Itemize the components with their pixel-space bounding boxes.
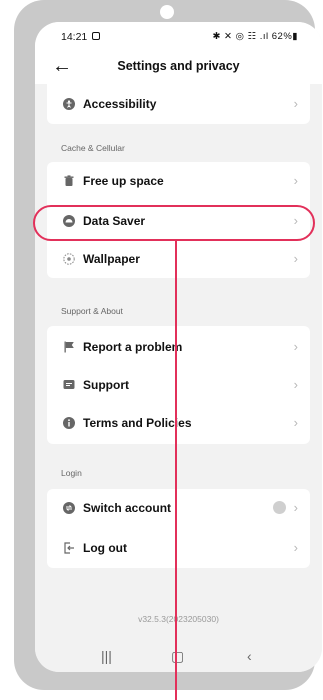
section-header-cache: Cache & Cellular [61,143,125,153]
settings-row-accessibility[interactable]: Accessibility › [47,85,310,123]
chevron-right-icon: › [293,500,298,515]
data-saver-highlight [33,205,315,241]
wallpaper-icon [63,253,75,265]
settings-row-report-problem[interactable]: Report a problem › [47,328,310,366]
avatar [273,501,286,514]
settings-row-support[interactable]: Support › [47,366,310,404]
header-bar: ← Settings and privacy [35,50,322,84]
switch-account-icon [63,502,75,514]
accessibility-card: Accessibility › [47,84,310,124]
app-version: v32.5.3(2023205030) [138,614,219,624]
settings-row-wallpaper[interactable]: Wallpaper › [47,240,310,278]
row-label: Accessibility [83,97,157,111]
status-bar: 14:21 ✱ ✕ ◎ ☷ .ıl 62%▮ [35,22,322,50]
chevron-right-icon: › [293,377,298,392]
flag-icon [64,341,74,353]
settings-row-log-out[interactable]: Log out › [47,529,310,567]
back-nav-icon[interactable]: ‹ [247,648,252,664]
recents-icon[interactable]: ||| [101,648,112,664]
camera-notch [160,5,174,19]
info-icon [63,417,75,429]
phone-frame: 14:21 ✱ ✕ ◎ ☷ .ıl 62%▮ ← Settings and pr… [14,0,322,690]
chevron-right-icon: › [293,540,298,555]
trash-icon [64,175,74,186]
chevron-right-icon: › [293,339,298,354]
section-header-support: Support & About [61,306,123,316]
chat-icon [63,380,75,389]
home-icon[interactable]: ▢ [171,648,184,665]
row-label: Support [83,378,129,392]
settings-row-terms[interactable]: Terms and Policies › [47,404,310,442]
row-label: Wallpaper [83,252,140,266]
chevron-right-icon: › [293,96,298,111]
row-label: Log out [83,541,127,555]
android-nav-bar: ||| ▢ ‹ [35,640,322,672]
logout-icon [64,542,74,554]
section-header-login: Login [61,468,82,478]
notification-icon [92,32,100,40]
status-indicators: ✱ ✕ ◎ ☷ .ıl 62%▮ [212,31,298,42]
chevron-right-icon: › [293,415,298,430]
row-label: Free up space [83,174,164,188]
row-label: Switch account [83,501,172,515]
status-time: 14:21 [61,31,88,43]
login-card: Switch account › Log out › [47,489,310,568]
phone-screen: 14:21 ✱ ✕ ◎ ☷ .ıl 62%▮ ← Settings and pr… [35,22,322,672]
annotation-pointer-line [175,240,177,700]
page-title: Settings and privacy [117,59,240,73]
chevron-right-icon: › [293,251,298,266]
row-label: Report a problem [83,340,183,354]
support-card: Report a problem › Support › Terms and P… [47,326,310,444]
accessibility-icon [63,98,75,110]
settings-row-switch-account[interactable]: Switch account › [47,489,310,527]
settings-row-free-up-space[interactable]: Free up space › [47,162,310,200]
chevron-right-icon: › [293,173,298,188]
